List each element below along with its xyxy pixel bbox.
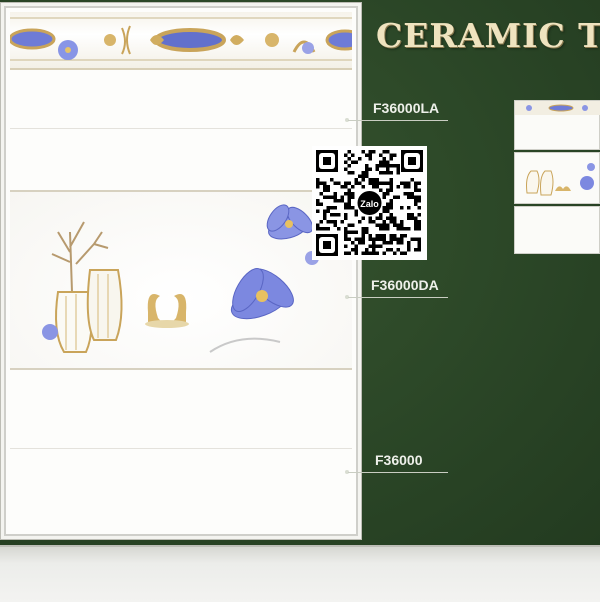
tile-seam bbox=[10, 448, 352, 449]
leader-line-da bbox=[348, 297, 448, 298]
thumbnail-plain-tile[interactable] bbox=[514, 206, 600, 254]
border-pattern-image bbox=[8, 17, 365, 61]
thumbnail-border-image bbox=[515, 101, 600, 115]
border-tile-f36000la bbox=[8, 12, 365, 70]
zalo-badge: Zalo bbox=[360, 199, 379, 209]
label-f36000la: F36000LA bbox=[373, 100, 440, 116]
thumbnail-decor-image bbox=[526, 163, 595, 196]
page-title: CERAMIC TI bbox=[376, 16, 600, 55]
tile-display-panel bbox=[4, 6, 365, 536]
thumbnail-border-tile[interactable] bbox=[514, 100, 600, 150]
label-f36000: F36000 bbox=[375, 452, 423, 468]
leader-line-la bbox=[348, 120, 448, 121]
floor bbox=[0, 545, 600, 602]
decor-vases-flowers-image bbox=[42, 204, 319, 353]
tile-seam bbox=[10, 128, 352, 129]
label-f36000da: F36000DA bbox=[371, 277, 439, 293]
decor-tile-f36000da bbox=[10, 190, 352, 370]
thumbnail-decor-tile[interactable] bbox=[514, 152, 600, 204]
qr-code-image: Zalo bbox=[316, 150, 423, 256]
zalo-qr-code[interactable]: Zalo bbox=[312, 146, 427, 260]
leader-line-plain bbox=[348, 472, 448, 473]
